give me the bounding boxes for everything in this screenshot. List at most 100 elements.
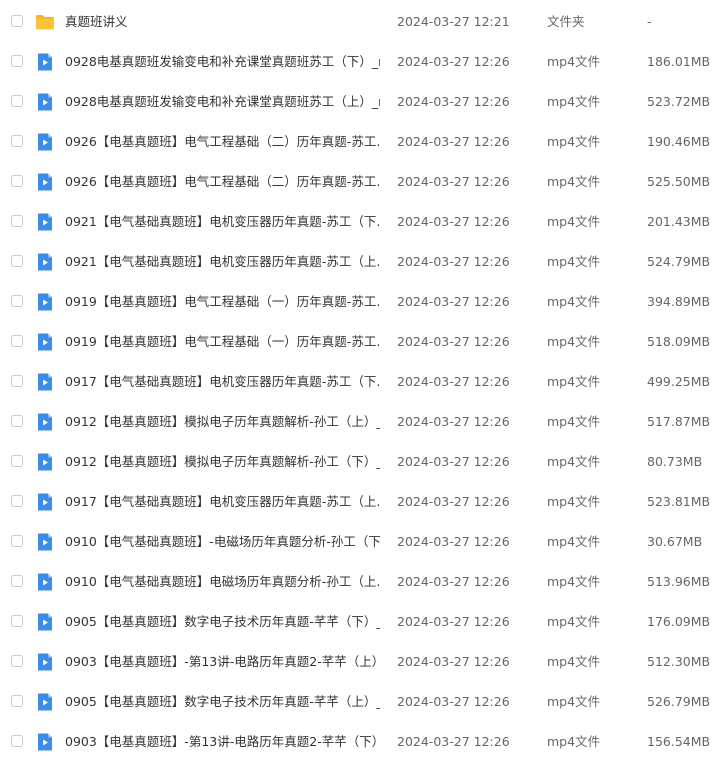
file-size: 30.67MB xyxy=(647,534,703,549)
file-type: mp4文件 xyxy=(547,414,601,429)
file-row[interactable]: 0905【电基真题班】数字电子技术历年真题-芊芊（下）_... 2024-03-2… xyxy=(0,602,718,642)
file-row[interactable]: 0919【电基真题班】电气工程基础（一）历年真题-苏工... 2024-03-27… xyxy=(0,322,718,362)
video-file-icon xyxy=(35,252,55,272)
modified-date: 2024-03-27 12:26 xyxy=(397,94,510,109)
file-row[interactable]: 0921【电气基础真题班】电机变压器历年真题-苏工（上... 2024-03-27… xyxy=(0,242,718,282)
file-row[interactable]: 0921【电气基础真题班】电机变压器历年真题-苏工（下... 2024-03-27… xyxy=(0,202,718,242)
row-select-checkbox[interactable] xyxy=(11,615,23,627)
file-row[interactable]: 0926【电基真题班】电气工程基础（二）历年真题-苏工... 2024-03-27… xyxy=(0,122,718,162)
file-name[interactable]: 0928电基真题班发输变电和补充课堂真题班苏工（下）_r... xyxy=(65,53,380,71)
file-name[interactable]: 0917【电气基础真题班】电机变压器历年真题-苏工（上... xyxy=(65,493,380,511)
video-file-icon xyxy=(35,692,55,712)
file-size: 524.79MB xyxy=(647,254,711,269)
file-type: mp4文件 xyxy=(547,134,601,149)
video-file-icon xyxy=(35,612,55,632)
row-select-checkbox[interactable] xyxy=(11,175,23,187)
file-name[interactable]: 0926【电基真题班】电气工程基础（二）历年真题-苏工... xyxy=(65,173,380,191)
row-select-checkbox[interactable] xyxy=(11,455,23,467)
file-name[interactable]: 0921【电气基础真题班】电机变压器历年真题-苏工（上... xyxy=(65,253,380,271)
file-row[interactable]: 0912【电基真题班】模拟电子历年真题解析-孙工（下）_... 2024-03-2… xyxy=(0,442,718,482)
file-type: 文件夹 xyxy=(547,14,585,29)
file-name[interactable]: 0905【电基真题班】数字电子技术历年真题-芊芊（上）_... xyxy=(65,693,380,711)
video-file-icon xyxy=(35,92,55,112)
file-type: mp4文件 xyxy=(547,534,601,549)
file-type: mp4文件 xyxy=(547,734,601,749)
file-type: mp4文件 xyxy=(547,454,601,469)
file-name[interactable]: 真题班讲义 xyxy=(65,13,380,31)
file-size: 513.96MB xyxy=(647,574,711,589)
row-select-checkbox[interactable] xyxy=(11,55,23,67)
file-size: 526.79MB xyxy=(647,694,711,709)
file-size: 523.81MB xyxy=(647,494,711,509)
file-row[interactable]: 0928电基真题班发输变电和补充课堂真题班苏工（上）_r... 2024-03-2… xyxy=(0,82,718,122)
file-size: 156.54MB xyxy=(647,734,711,749)
file-row[interactable]: 0903【电基真题班】-第13讲-电路历年真题2-芊芊（下）... 2024-03… xyxy=(0,722,718,762)
row-select-checkbox[interactable] xyxy=(11,375,23,387)
video-file-icon xyxy=(35,132,55,152)
file-row[interactable]: 0910【电气基础真题班】电磁场历年真题分析-孙工（上... 2024-03-27… xyxy=(0,562,718,602)
file-name[interactable]: 0919【电基真题班】电气工程基础（一）历年真题-苏工... xyxy=(65,293,380,311)
file-row[interactable]: 0917【电气基础真题班】电机变压器历年真题-苏工（下... 2024-03-27… xyxy=(0,362,718,402)
video-file-icon xyxy=(35,452,55,472)
video-file-icon xyxy=(35,212,55,232)
file-row[interactable]: 0905【电基真题班】数字电子技术历年真题-芊芊（上）_... 2024-03-2… xyxy=(0,682,718,722)
file-row[interactable]: 0928电基真题班发输变电和补充课堂真题班苏工（下）_r... 2024-03-2… xyxy=(0,42,718,82)
file-name[interactable]: 0921【电气基础真题班】电机变压器历年真题-苏工（下... xyxy=(65,213,380,231)
video-file-icon xyxy=(35,332,55,352)
file-type: mp4文件 xyxy=(547,374,601,389)
row-select-checkbox[interactable] xyxy=(11,495,23,507)
modified-date: 2024-03-27 12:26 xyxy=(397,174,510,189)
file-name[interactable]: 0903【电基真题班】-第13讲-电路历年真题2-芊芊（下）... xyxy=(65,733,380,751)
modified-date: 2024-03-27 12:21 xyxy=(397,14,510,29)
row-select-checkbox[interactable] xyxy=(11,695,23,707)
row-select-checkbox[interactable] xyxy=(11,655,23,667)
file-type: mp4文件 xyxy=(547,94,601,109)
modified-date: 2024-03-27 12:26 xyxy=(397,254,510,269)
row-select-checkbox[interactable] xyxy=(11,735,23,747)
file-name[interactable]: 0903【电基真题班】-第13讲-电路历年真题2-芊芊（上）... xyxy=(65,653,380,671)
modified-date: 2024-03-27 12:26 xyxy=(397,574,510,589)
folder-icon xyxy=(35,12,55,32)
row-select-checkbox[interactable] xyxy=(11,95,23,107)
file-row[interactable]: 0903【电基真题班】-第13讲-电路历年真题2-芊芊（上）... 2024-03… xyxy=(0,642,718,682)
file-type: mp4文件 xyxy=(547,254,601,269)
row-select-checkbox[interactable] xyxy=(11,215,23,227)
row-select-checkbox[interactable] xyxy=(11,255,23,267)
file-type: mp4文件 xyxy=(547,654,601,669)
video-file-icon xyxy=(35,412,55,432)
file-size: 190.46MB xyxy=(647,134,711,149)
file-row[interactable]: 0912【电基真题班】模拟电子历年真题解析-孙工（上）_... 2024-03-2… xyxy=(0,402,718,442)
file-type: mp4文件 xyxy=(547,574,601,589)
video-file-icon xyxy=(35,572,55,592)
file-name[interactable]: 0912【电基真题班】模拟电子历年真题解析-孙工（上）_... xyxy=(65,413,380,431)
file-name[interactable]: 0917【电气基础真题班】电机变压器历年真题-苏工（下... xyxy=(65,373,380,391)
file-list: 真题班讲义 2024-03-27 12:21 文件夹 - 0928电基真题班发输变电和补… xyxy=(0,2,718,762)
row-select-checkbox[interactable] xyxy=(11,535,23,547)
file-name[interactable]: 0919【电基真题班】电气工程基础（一）历年真题-苏工... xyxy=(65,333,380,351)
file-name[interactable]: 0910【电气基础真题班】-电磁场历年真题分析-孙工（下... xyxy=(65,533,380,551)
row-select-checkbox[interactable] xyxy=(11,415,23,427)
row-select-checkbox[interactable] xyxy=(11,15,23,27)
file-name[interactable]: 0928电基真题班发输变电和补充课堂真题班苏工（上）_r... xyxy=(65,93,380,111)
file-size: 186.01MB xyxy=(647,54,711,69)
file-row[interactable]: 0919【电基真题班】电气工程基础（一）历年真题-苏工... 2024-03-27… xyxy=(0,282,718,322)
row-select-checkbox[interactable] xyxy=(11,135,23,147)
file-type: mp4文件 xyxy=(547,174,601,189)
row-select-checkbox[interactable] xyxy=(11,575,23,587)
file-row[interactable]: 0910【电气基础真题班】-电磁场历年真题分析-孙工（下... 2024-03-2… xyxy=(0,522,718,562)
modified-date: 2024-03-27 12:26 xyxy=(397,374,510,389)
file-row[interactable]: 0917【电气基础真题班】电机变压器历年真题-苏工（上... 2024-03-27… xyxy=(0,482,718,522)
file-size: 517.87MB xyxy=(647,414,711,429)
file-row[interactable]: 0926【电基真题班】电气工程基础（二）历年真题-苏工... 2024-03-27… xyxy=(0,162,718,202)
modified-date: 2024-03-27 12:26 xyxy=(397,454,510,469)
row-select-checkbox[interactable] xyxy=(11,335,23,347)
row-select-checkbox[interactable] xyxy=(11,295,23,307)
file-name[interactable]: 0905【电基真题班】数字电子技术历年真题-芊芊（下）_... xyxy=(65,613,380,631)
file-row[interactable]: 真题班讲义 2024-03-27 12:21 文件夹 - xyxy=(0,2,718,42)
file-size: 80.73MB xyxy=(647,454,703,469)
video-file-icon xyxy=(35,652,55,672)
file-name[interactable]: 0926【电基真题班】电气工程基础（二）历年真题-苏工... xyxy=(65,133,380,151)
modified-date: 2024-03-27 12:26 xyxy=(397,334,510,349)
file-name[interactable]: 0912【电基真题班】模拟电子历年真题解析-孙工（下）_... xyxy=(65,453,380,471)
file-name[interactable]: 0910【电气基础真题班】电磁场历年真题分析-孙工（上... xyxy=(65,573,380,591)
